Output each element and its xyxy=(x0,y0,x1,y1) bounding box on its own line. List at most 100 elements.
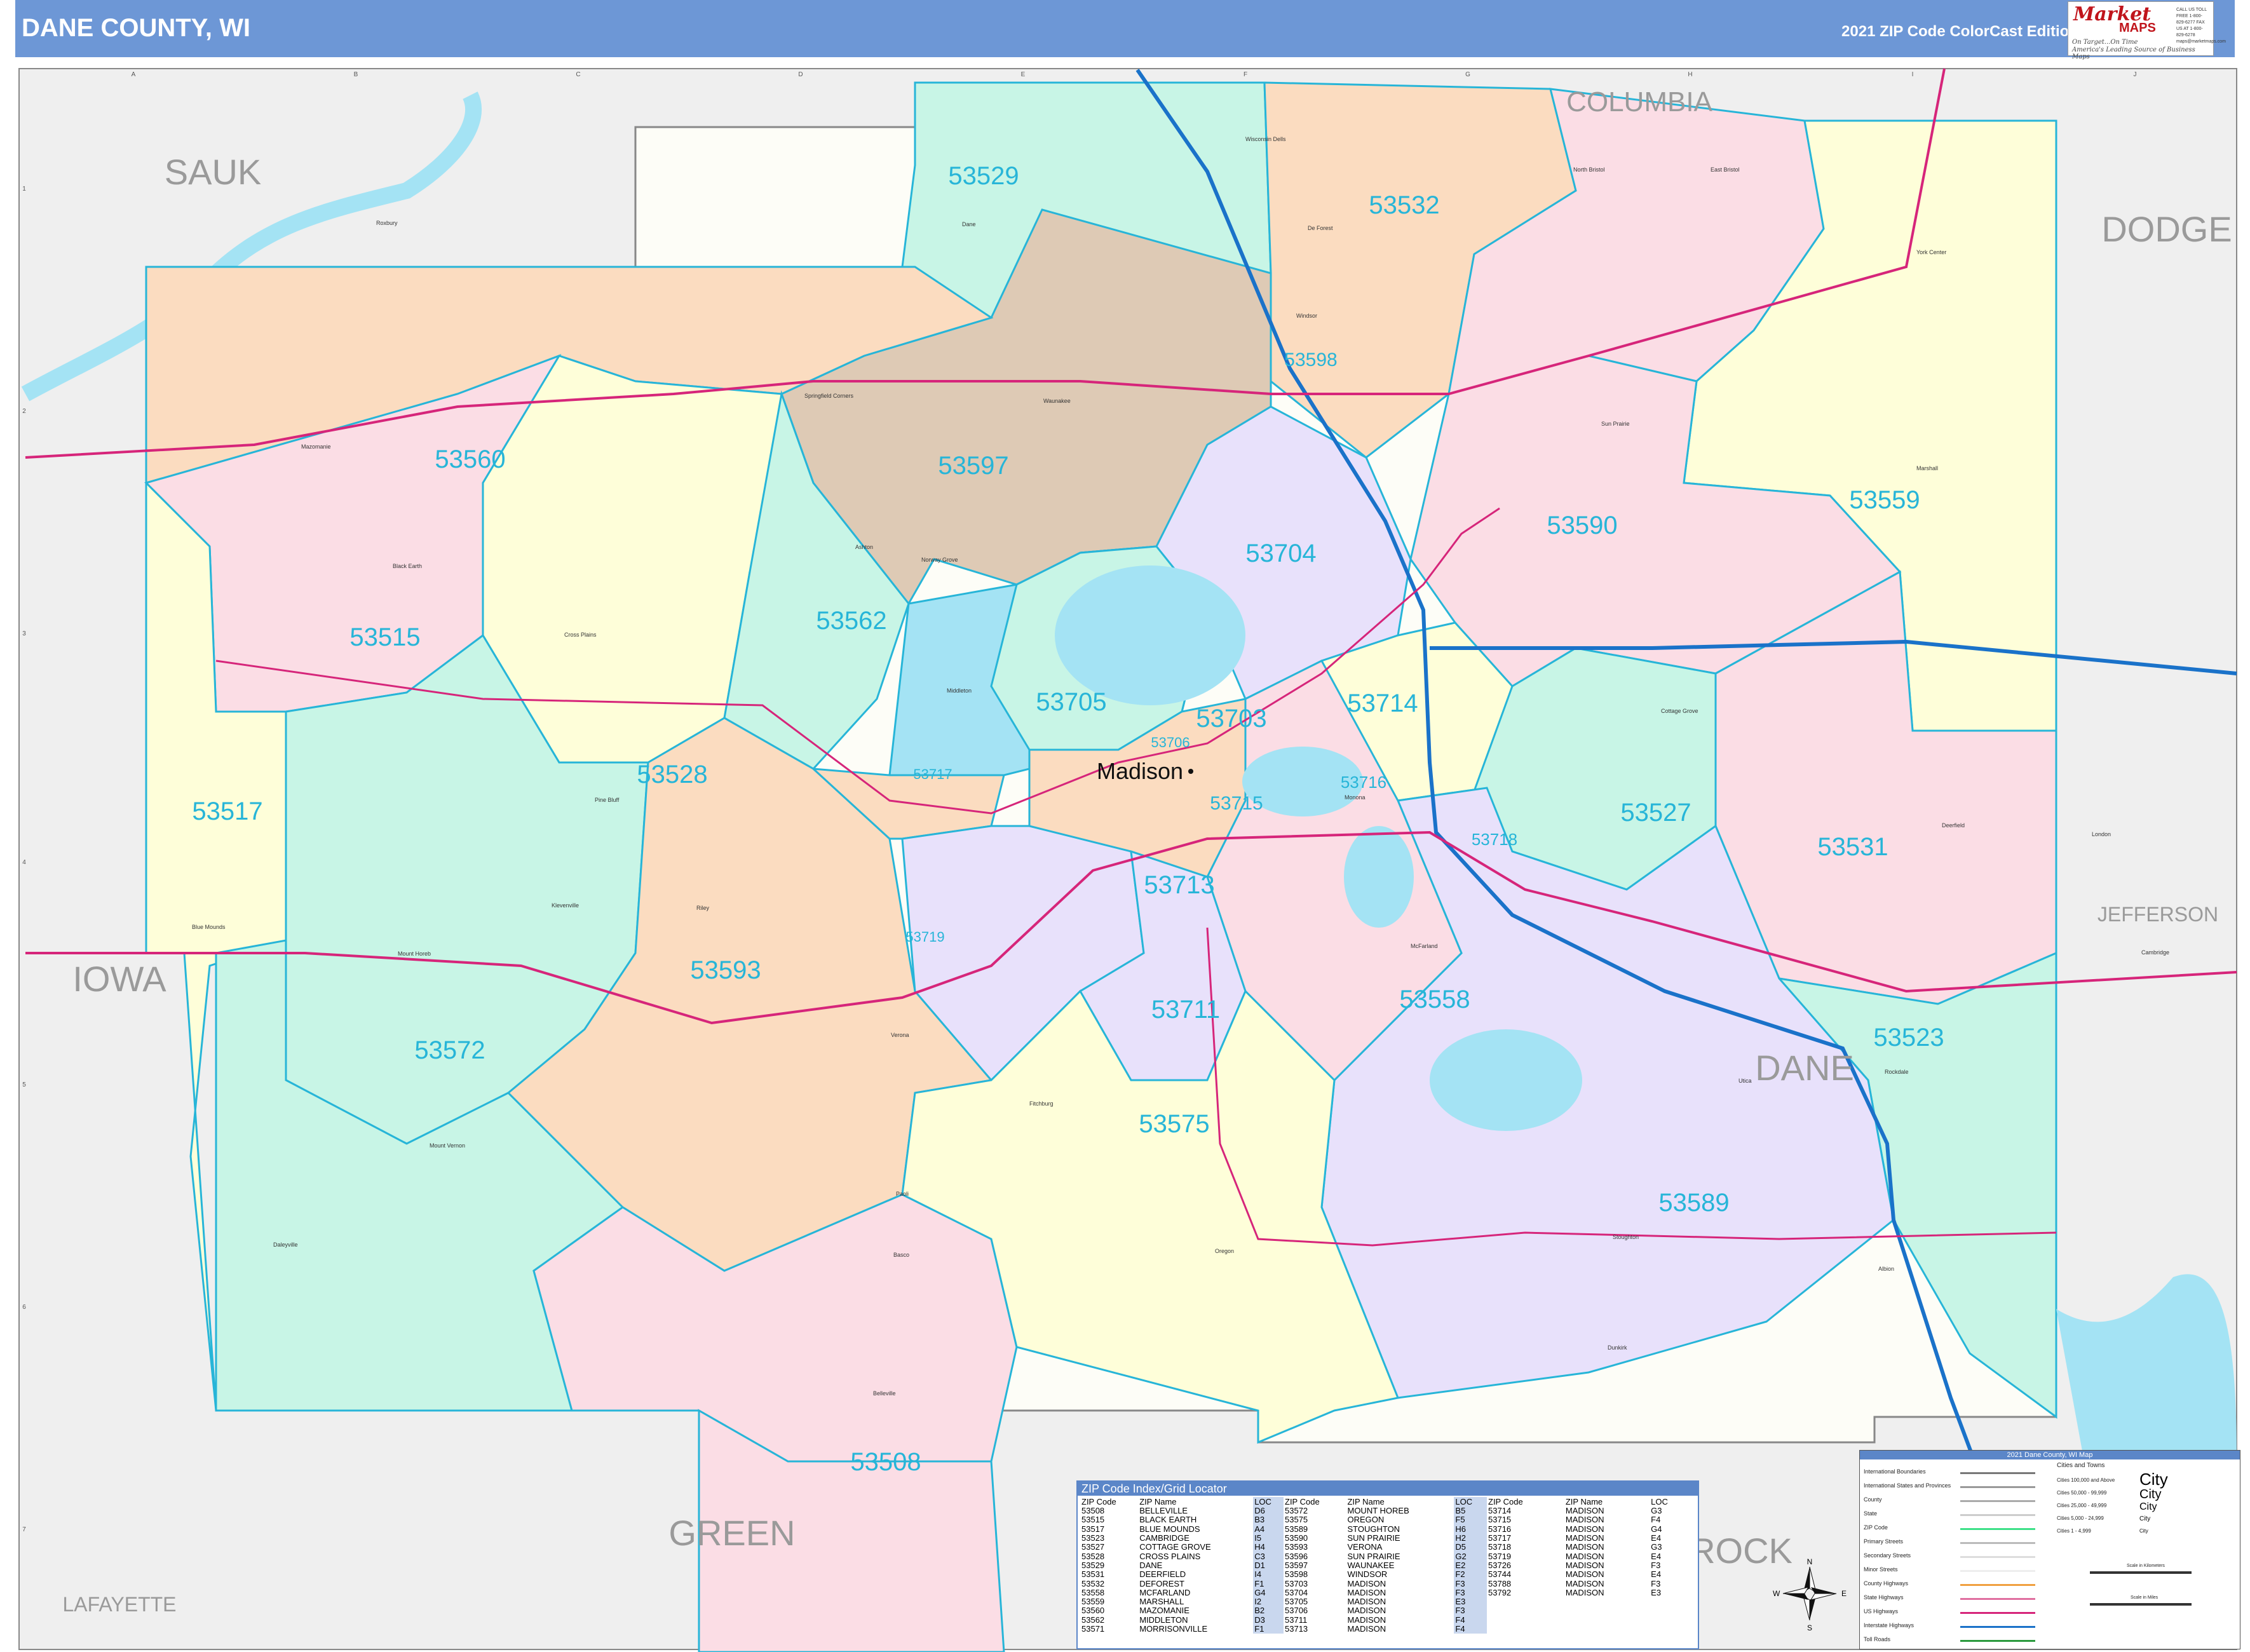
index-loc: F5 xyxy=(1454,1515,1487,1525)
zip-53705: 53705 xyxy=(1036,688,1106,716)
index-zip-name: CROSS PLAINS xyxy=(1139,1551,1201,1561)
zip-index-row: 53792 MADISON E3 xyxy=(1487,1588,1690,1597)
index-zip-name: SUN PRAIRIE xyxy=(1347,1533,1400,1543)
index-zip-code: 53523 xyxy=(1081,1533,1105,1543)
town-label: Paoli xyxy=(896,1191,909,1197)
index-loc: B3 xyxy=(1253,1515,1284,1525)
index-loc: E3 xyxy=(1651,1587,1662,1597)
legend-swatch xyxy=(1960,1556,2035,1558)
zip-index-row: 53593 VERONA D5 xyxy=(1284,1543,1487,1552)
index-zip-code: 53559 xyxy=(1081,1597,1105,1607)
legend-swatch xyxy=(1960,1626,2035,1628)
legend-swatch xyxy=(1960,1486,2035,1488)
town-label: Blue Mounds xyxy=(192,924,226,930)
scale-bar-km xyxy=(2090,1571,2192,1574)
compass-w: W xyxy=(1773,1589,1780,1598)
town-label: East Bristol xyxy=(1711,166,1740,173)
county-label-lafayette: LAFAYETTE xyxy=(62,1593,176,1616)
town-label: York Center xyxy=(1916,249,1946,255)
city-label-madison: Madison xyxy=(1097,758,1183,784)
legend-item: International Boundaries xyxy=(1864,1468,1926,1475)
logo-contact: CALL US TOLL FREE 1-800-829-6277 FAX US … xyxy=(2176,8,2226,44)
index-zip-name: WINDSOR xyxy=(1347,1569,1388,1580)
map-title: DANE COUNTY, WI xyxy=(22,14,250,42)
grid-col-j: J xyxy=(2134,71,2137,78)
index-loc: A4 xyxy=(1253,1524,1284,1534)
legend-item: ZIP Code xyxy=(1864,1524,1888,1531)
zip-index-row: 53705 MADISON E3 xyxy=(1284,1597,1487,1607)
legend-city-sample: City xyxy=(2139,1470,2168,1489)
legend-city-size: Cities 5,000 - 24,999 xyxy=(2057,1515,2104,1521)
zip-53527: 53527 xyxy=(1620,799,1691,827)
index-zip-name: MADISON xyxy=(1565,1506,1604,1516)
index-zip-code: 53703 xyxy=(1285,1578,1308,1588)
legend-city-sample: City xyxy=(2139,1501,2157,1512)
zip-53528: 53528 xyxy=(637,761,707,789)
index-zip-code: 53597 xyxy=(1285,1560,1308,1570)
index-loc: I2 xyxy=(1253,1597,1284,1607)
zip-index-row: 53744 MADISON E4 xyxy=(1487,1570,1690,1579)
index-loc: I4 xyxy=(1253,1570,1284,1580)
index-zip-name: MADISON xyxy=(1565,1524,1604,1534)
zip-index-row: 53706 MADISON F3 xyxy=(1284,1606,1487,1616)
legend-item: US Highways xyxy=(1864,1608,1899,1615)
grid-col-f: F xyxy=(1244,71,1247,78)
index-loc: H6 xyxy=(1454,1524,1487,1534)
zip-53704: 53704 xyxy=(1245,539,1316,567)
zip-53590: 53590 xyxy=(1547,511,1617,539)
index-zip-code: 53562 xyxy=(1081,1615,1105,1625)
index-zip-code: 53596 xyxy=(1285,1551,1308,1561)
zip-53717: 53717 xyxy=(913,766,952,782)
zip-53517: 53517 xyxy=(192,797,262,825)
index-zip-name: MAZOMANIE xyxy=(1139,1606,1189,1616)
index-zip-code: 53571 xyxy=(1081,1624,1105,1634)
index-zip-name: MADISON xyxy=(1565,1533,1604,1543)
zip-53598: 53598 xyxy=(1284,349,1337,370)
index-zip-name: DANE xyxy=(1139,1560,1163,1570)
index-zip-name: MADISON xyxy=(1347,1624,1386,1634)
county-label-dane: DANE xyxy=(1755,1048,1854,1088)
compass-n: N xyxy=(1807,1557,1813,1566)
town-label: McFarland xyxy=(1411,943,1438,949)
index-loc: G4 xyxy=(1651,1524,1662,1534)
legend-item: Toll Roads xyxy=(1864,1636,1891,1642)
logo-brand-maps: MAPS xyxy=(2119,21,2156,35)
zip-code-map[interactable]: A B C D E F G H I J 1 2 3 4 5 6 7 SAUK C… xyxy=(0,61,2250,1652)
index-zip-code: 53726 xyxy=(1488,1560,1512,1570)
logo-tagline: On Target...On Time xyxy=(2072,39,2138,46)
zip-index-row: 53571 MORRISONVILLE F1 xyxy=(1080,1624,1284,1634)
index-zip-code: 53517 xyxy=(1081,1524,1105,1534)
index-zip-code: 53575 xyxy=(1285,1515,1308,1525)
zip-53714: 53714 xyxy=(1347,689,1418,717)
grid-col-g: G xyxy=(1465,71,1470,78)
legend-swatch xyxy=(1960,1472,2035,1474)
index-zip-name: COTTAGE GROVE xyxy=(1139,1542,1211,1552)
town-label: Riley xyxy=(696,905,710,911)
zip-53515: 53515 xyxy=(349,623,420,651)
map-edition: 2021 ZIP Code ColorCast Edition xyxy=(1841,23,2078,40)
grid-row-1: 1 xyxy=(22,186,26,193)
index-zip-code: 53705 xyxy=(1285,1597,1308,1607)
index-loc: F3 xyxy=(1651,1560,1661,1570)
index-zip-name: MORRISONVILLE xyxy=(1139,1624,1208,1634)
index-zip-code: 53716 xyxy=(1488,1524,1512,1534)
index-loc: G2 xyxy=(1454,1552,1487,1561)
legend-swatch xyxy=(1960,1612,2035,1614)
zip-53706: 53706 xyxy=(1151,735,1189,750)
index-loc: D3 xyxy=(1253,1615,1284,1625)
index-loc: D1 xyxy=(1253,1561,1284,1571)
index-loc: H2 xyxy=(1454,1533,1487,1543)
index-zip-name: BLUE MOUNDS xyxy=(1139,1524,1200,1534)
index-loc: I5 xyxy=(1253,1533,1284,1543)
zip-53703: 53703 xyxy=(1196,705,1266,733)
town-label: Mount Horeb xyxy=(398,951,431,957)
zip-index-row: 53532 DEFOREST F1 xyxy=(1080,1579,1284,1588)
town-label: Black Earth xyxy=(393,563,422,569)
index-loc: B2 xyxy=(1253,1606,1284,1616)
index-loc: H4 xyxy=(1253,1543,1284,1552)
index-loc: E3 xyxy=(1454,1597,1487,1607)
zip-53523: 53523 xyxy=(1873,1024,1944,1052)
index-zip-name: OREGON xyxy=(1347,1515,1385,1525)
index-zip-name: MADISON xyxy=(1347,1597,1386,1607)
grid-col-d: D xyxy=(798,71,803,78)
